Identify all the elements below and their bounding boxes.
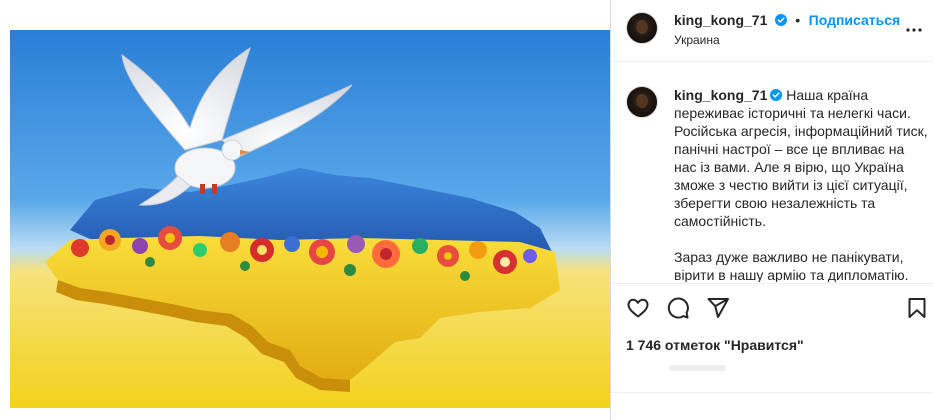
caption-text-1: Наша країна переживає історичні та нелег… [674,87,928,229]
caption-paragraph-2: Зараз дуже важливо не панікувати, вірити… [674,249,909,282]
caption-paragraph-1: king_kong_71 Наша країна переживає істор… [674,86,929,230]
caption-section: king_kong_71 Наша країна переживає істор… [611,77,933,282]
comment-icon[interactable] [666,296,690,320]
bookmark-icon[interactable] [905,296,929,320]
post-location[interactable]: Украина [674,33,720,47]
follow-button[interactable]: Подписаться [809,12,901,28]
ukraine-peace-illustration [10,30,610,408]
author-avatar[interactable] [626,12,658,44]
author-username[interactable]: king_kong_71 [674,12,767,28]
likes-count[interactable]: 1 746 отметок "Нравится" [626,337,804,353]
post-side-panel: king_kong_71 • Подписаться Украина king_… [610,0,933,420]
post-image[interactable] [0,0,610,420]
more-options-icon[interactable] [902,18,926,42]
post-header: king_kong_71 • Подписаться Украина [611,0,933,62]
post-date-placeholder [668,365,726,371]
post-actions [611,283,933,335]
caption-username[interactable]: king_kong_71 [674,87,767,103]
add-comment-bar[interactable] [611,392,933,420]
verified-badge-icon [774,14,787,26]
post-caption: king_kong_71 Наша країна переживає істор… [674,86,929,282]
caption-author-avatar[interactable] [626,86,658,118]
heart-icon[interactable] [626,296,650,320]
verified-badge-icon [770,89,783,101]
separator-dot: • [795,12,801,28]
header-user-line: king_kong_71 • Подписаться [674,12,900,30]
share-icon[interactable] [706,296,730,320]
